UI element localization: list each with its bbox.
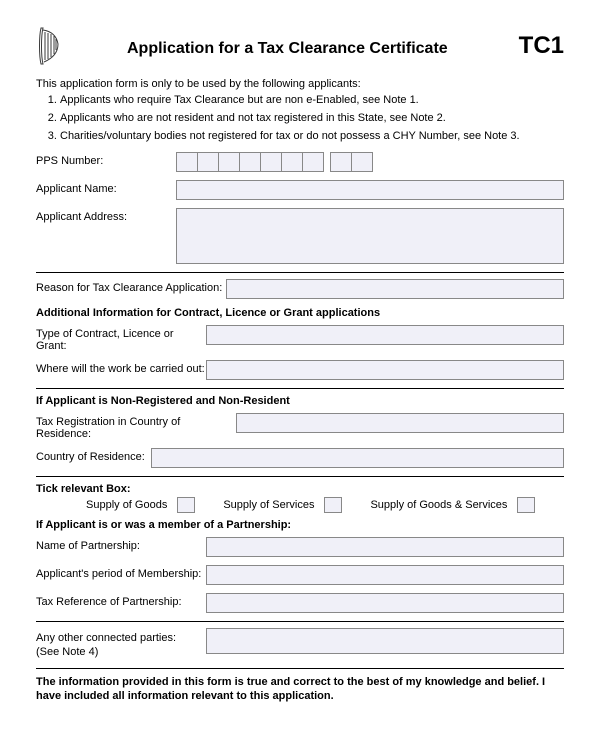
notes-list: Applicants who require Tax Clearance but… <box>36 94 564 142</box>
partnership-header: If Applicant is or was a member of a Par… <box>36 519 564 531</box>
partner-tax-field[interactable] <box>206 593 564 613</box>
country-res-label: Country of Residence: <box>36 448 151 463</box>
country-res-field[interactable] <box>151 448 564 468</box>
name-row: Applicant Name: <box>36 180 564 200</box>
tax-reg-country-row: Tax Registration in Country of Residence… <box>36 413 564 440</box>
work-where-label: Where will the work be carried out: <box>36 360 206 375</box>
work-where-field[interactable] <box>206 360 564 380</box>
partner-period-label: Applicant's period of Membership: <box>36 565 206 580</box>
intro-text: This application form is only to be used… <box>36 78 564 90</box>
partner-tax-label: Tax Reference of Partnership: <box>36 593 206 608</box>
partner-name-row: Name of Partnership: <box>36 537 564 557</box>
pps-cell[interactable] <box>302 152 324 172</box>
contract-type-label: Type of Contract, Licence or Grant: <box>36 325 206 352</box>
pps-cell[interactable] <box>351 152 373 172</box>
pps-cell[interactable] <box>260 152 282 172</box>
name-label: Applicant Name: <box>36 180 176 195</box>
partner-period-field[interactable] <box>206 565 564 585</box>
page-title: Application for a Tax Clearance Certific… <box>62 40 513 58</box>
title-wrap: Application for a Tax Clearance Certific… <box>62 34 513 58</box>
note-item: Applicants who require Tax Clearance but… <box>60 94 564 106</box>
harp-icon <box>36 26 62 66</box>
pps-boxes <box>176 152 372 172</box>
pps-row: PPS Number: <box>36 152 564 172</box>
name-field[interactable] <box>176 180 564 200</box>
declaration-text: The information provided in this form is… <box>36 675 564 704</box>
pps-cell[interactable] <box>330 152 352 172</box>
partner-name-label: Name of Partnership: <box>36 537 206 552</box>
contract-type-row: Type of Contract, Licence or Grant: <box>36 325 564 352</box>
reason-row: Reason for Tax Clearance Application: <box>36 279 564 299</box>
supply-both-checkbox[interactable] <box>517 497 535 513</box>
supply-both-label: Supply of Goods & Services <box>370 499 507 511</box>
connected-note4-text: (See Note 4) <box>36 645 206 659</box>
supply-services-checkbox[interactable] <box>324 497 342 513</box>
address-row: Applicant Address: <box>36 208 564 264</box>
divider <box>36 621 564 622</box>
pps-cell[interactable] <box>176 152 198 172</box>
reason-field[interactable] <box>226 279 564 299</box>
connected-parties-text: Any other connected parties: <box>36 631 206 645</box>
tax-reg-country-label: Tax Registration in Country of Residence… <box>36 413 236 440</box>
reason-label: Reason for Tax Clearance Application: <box>36 279 226 294</box>
divider <box>36 668 564 669</box>
contract-type-field[interactable] <box>206 325 564 345</box>
doc-code: TC1 <box>513 32 564 60</box>
tax-reg-country-field[interactable] <box>236 413 564 433</box>
tick-header: Tick relevant Box: <box>36 483 564 495</box>
header: Application for a Tax Clearance Certific… <box>36 26 564 66</box>
additional-header: Additional Information for Contract, Lic… <box>36 307 564 319</box>
partner-tax-row: Tax Reference of Partnership: <box>36 593 564 613</box>
connected-field[interactable] <box>206 628 564 654</box>
note-item: Applicants who are not resident and not … <box>60 112 564 124</box>
tick-row: Supply of Goods Supply of Services Suppl… <box>36 497 564 513</box>
country-res-row: Country of Residence: <box>36 448 564 468</box>
pps-cell[interactable] <box>218 152 240 172</box>
address-label: Applicant Address: <box>36 208 176 223</box>
divider <box>36 388 564 389</box>
work-where-row: Where will the work be carried out: <box>36 360 564 380</box>
partner-period-row: Applicant's period of Membership: <box>36 565 564 585</box>
supply-services-label: Supply of Services <box>223 499 314 511</box>
supply-goods-label: Supply of Goods <box>86 499 167 511</box>
connected-label: Any other connected parties: (See Note 4… <box>36 628 206 660</box>
connected-row: Any other connected parties: (See Note 4… <box>36 628 564 660</box>
note-item: Charities/voluntary bodies not registere… <box>60 130 564 142</box>
pps-cell[interactable] <box>197 152 219 172</box>
address-field[interactable] <box>176 208 564 264</box>
divider <box>36 272 564 273</box>
divider <box>36 476 564 477</box>
nonreg-header: If Applicant is Non-Registered and Non-R… <box>36 395 564 407</box>
form-page: Application for a Tax Clearance Certific… <box>0 0 600 730</box>
pps-cell[interactable] <box>239 152 261 172</box>
supply-goods-checkbox[interactable] <box>177 497 195 513</box>
pps-label: PPS Number: <box>36 152 176 167</box>
pps-cell[interactable] <box>281 152 303 172</box>
partner-name-field[interactable] <box>206 537 564 557</box>
